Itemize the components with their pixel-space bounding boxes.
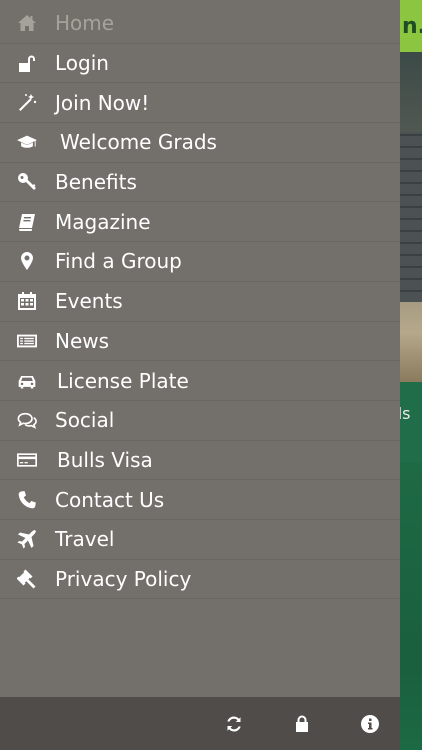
menu-item-label: Magazine [55,209,151,234]
menu-item-travel[interactable]: Travel [0,520,400,560]
menu-item-label: Find a Group [55,249,182,274]
menu-item-license-plate[interactable]: License Plate [0,361,400,401]
menu-item-news[interactable]: News [0,322,400,362]
menu-item-label: Contact Us [55,487,165,512]
calendar-icon [16,290,38,312]
home-icon [16,12,38,34]
menu-item-label: Bulls Visa [57,447,153,472]
plane-icon [16,528,38,550]
menu-item-privacy-policy[interactable]: Privacy Policy [0,560,400,600]
menu-item-home[interactable]: Home [0,4,400,44]
background-brand-fragment: n. [402,14,422,39]
menu-item-login[interactable]: Login [0,44,400,84]
background-photo [400,52,422,382]
background-band: ds [400,382,422,462]
info-icon[interactable] [358,712,382,736]
car-icon [16,370,38,392]
graduation-cap-icon [16,131,38,153]
menu-item-find-a-group[interactable]: Find a Group [0,242,400,282]
refresh-icon[interactable] [222,712,246,736]
menu-item-events[interactable]: Events [0,282,400,322]
phone-icon [16,489,38,511]
menu-item-label: Travel [55,527,115,552]
menu-item-join-now[interactable]: Join Now! [0,83,400,124]
menu-item-social[interactable]: Social [0,401,400,441]
menu-item-label: Social [55,408,115,433]
side-menu: Home Login Join Now! Welcome Grads Benef [0,0,400,750]
menu-footer-toolbar [0,697,400,750]
background-band-text: ds [400,404,411,423]
background-lower [400,462,422,750]
lock-icon[interactable] [290,712,314,736]
chat-icon [16,409,38,431]
background-app: n. ds [400,0,422,750]
menu-item-magazine[interactable]: Magazine [0,202,400,243]
menu-item-benefits[interactable]: Benefits [0,163,400,203]
menu-item-label: Events [55,289,123,314]
menu-item-label: Welcome Grads [60,130,217,155]
unlock-icon [16,52,38,74]
menu-item-label: Benefits [55,170,137,195]
menu-item-contact-us[interactable]: Contact Us [0,480,400,520]
magic-wand-icon [16,92,38,114]
background-header: n. [400,0,422,52]
menu-list: Home Login Join Now! Welcome Grads Benef [0,0,400,600]
newspaper-icon [16,330,38,352]
key-icon [16,171,38,193]
menu-item-bulls-visa[interactable]: Bulls Visa [0,441,400,481]
book-icon [16,211,38,233]
menu-item-label: Join Now! [55,90,150,115]
map-marker-icon [16,250,38,272]
menu-item-label: Login [55,51,109,76]
menu-item-label: Privacy Policy [55,566,192,591]
gavel-icon [16,568,38,590]
menu-item-welcome-grads[interactable]: Welcome Grads [0,123,400,163]
credit-card-icon [16,449,38,471]
menu-item-label: News [55,328,110,353]
menu-item-label: Home [55,11,115,36]
menu-item-label: License Plate [57,368,189,393]
